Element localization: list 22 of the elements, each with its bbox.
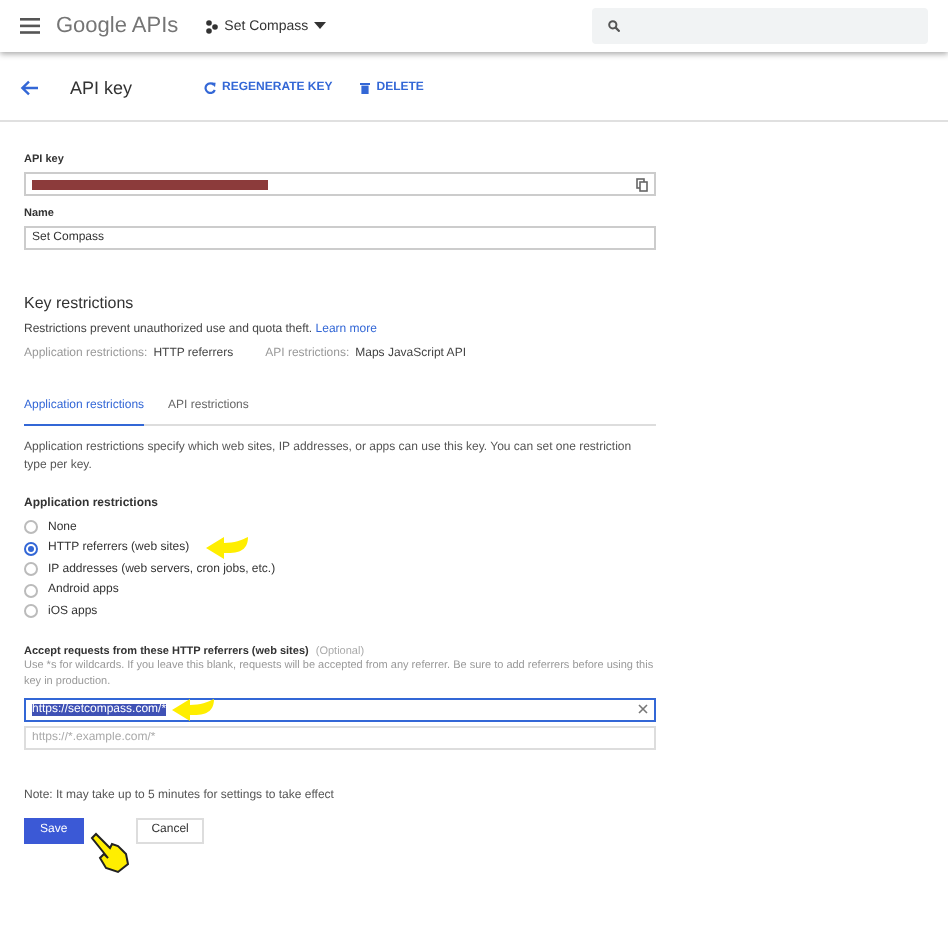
caret-icon: [314, 22, 327, 30]
radio-button[interactable]: [24, 583, 38, 598]
logo[interactable]: Google APIs: [56, 14, 179, 38]
arrow-icon: [205, 536, 250, 561]
search-icon[interactable]: [608, 20, 620, 32]
menu-icon[interactable]: [20, 18, 40, 34]
page-title: API key: [70, 78, 133, 98]
trash-icon: [360, 82, 371, 94]
copy-icon[interactable]: [636, 177, 648, 191]
pointer-hand-icon: [87, 829, 132, 874]
arrow-icon: [172, 697, 217, 722]
search-field[interactable]: [592, 8, 928, 44]
refresh-icon: [204, 82, 217, 94]
radio-button[interactable]: [24, 541, 38, 556]
section-heading: Key restrictions: [24, 294, 136, 312]
back-arrow-icon[interactable]: [20, 80, 38, 96]
close-icon[interactable]: [638, 704, 648, 715]
key-field[interactable]: [24, 172, 656, 196]
project-icon: [206, 19, 219, 33]
radio-button[interactable]: [24, 562, 38, 577]
radio-button[interactable]: [24, 604, 38, 619]
radio-button[interactable]: [24, 520, 38, 535]
